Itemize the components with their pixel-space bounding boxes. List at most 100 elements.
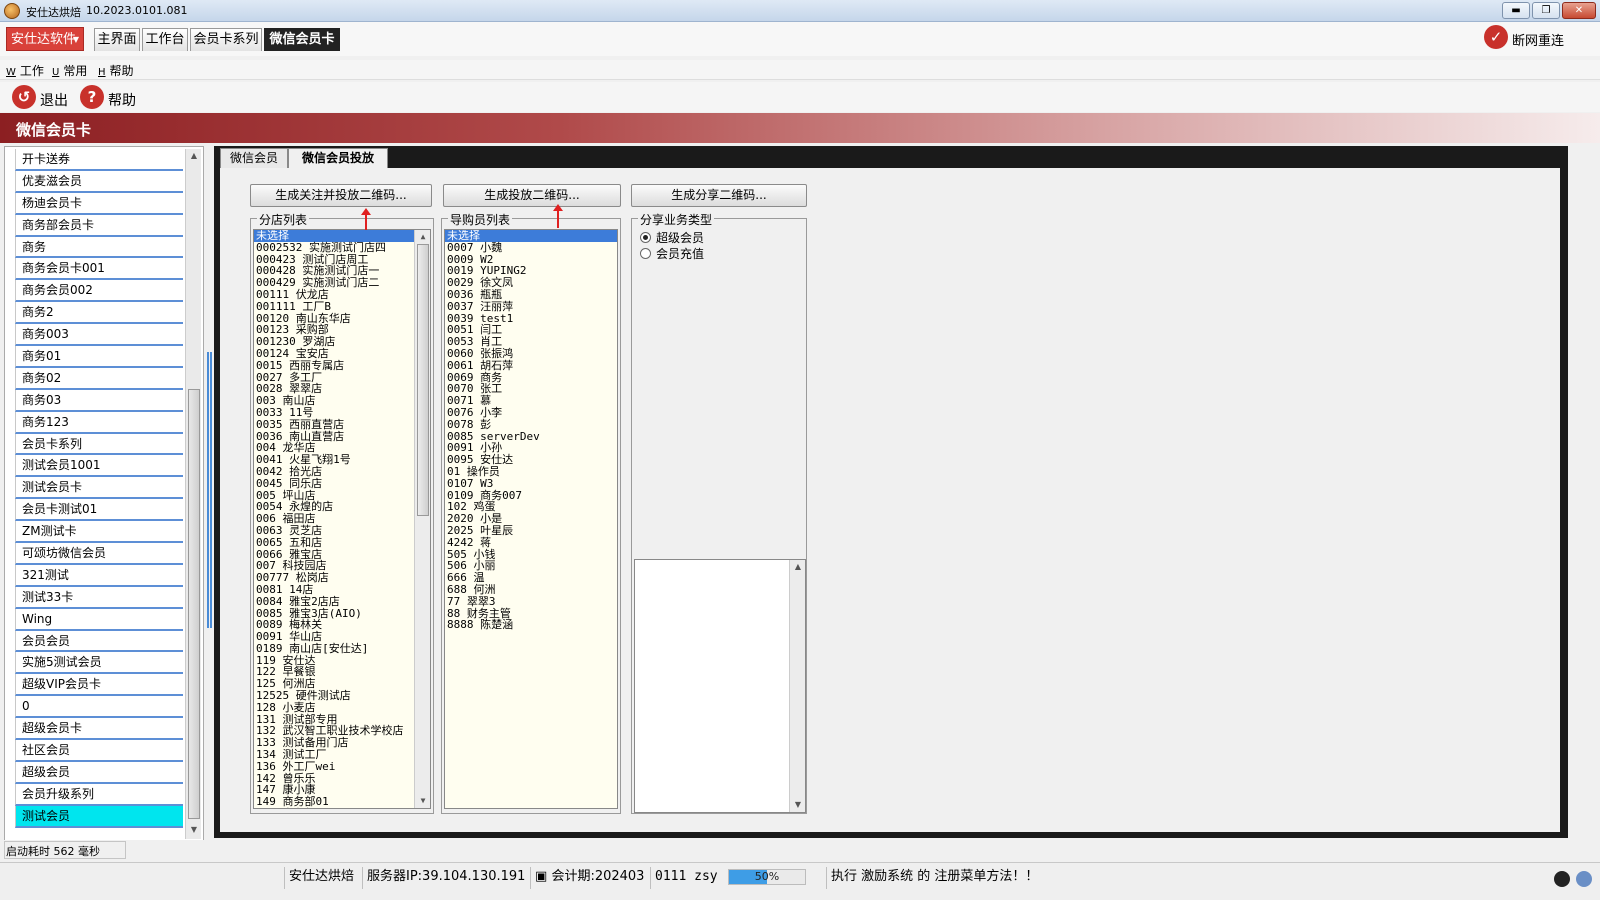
list-item[interactable]: 0060 张振鸿 xyxy=(445,348,617,360)
sidebar-item[interactable]: Wing xyxy=(15,608,183,631)
sidebar-item[interactable]: 测试会员 xyxy=(15,805,183,828)
sidebar-item[interactable]: 321测试 xyxy=(15,564,183,587)
list-item[interactable]: 001111 工厂B xyxy=(254,300,430,313)
sidebar-item[interactable]: 社区会员 xyxy=(15,740,183,762)
sidebar-item[interactable]: 会员卡系列 xyxy=(15,433,183,456)
sidebar-item[interactable]: 开卡送券 xyxy=(15,149,183,171)
scroll-up-arrow-icon[interactable]: ▲ xyxy=(186,149,202,163)
sidebar-item[interactable]: 测试33卡 xyxy=(15,586,183,609)
list-item[interactable]: 0061 胡石萍 xyxy=(445,359,617,372)
sidebar-item[interactable]: 优麦滋会员 xyxy=(15,170,183,193)
list-item[interactable]: 0042 拾光店 xyxy=(254,466,430,478)
qq-icon[interactable] xyxy=(1554,871,1570,887)
tab-membership-card-series[interactable]: 会员卡系列 xyxy=(190,28,262,51)
sidebar-item[interactable]: 测试会员1001 xyxy=(15,455,183,478)
radio-unselected-icon[interactable] xyxy=(640,248,651,259)
exit-icon[interactable]: ↺ xyxy=(12,85,36,109)
sidebar-item[interactable]: 超级会员 xyxy=(15,761,183,784)
list-item[interactable]: 01 操作员 xyxy=(445,466,617,478)
list-item[interactable]: 0084 雅宝2店店 xyxy=(254,595,430,608)
list-item[interactable]: 2025 叶星辰 xyxy=(445,525,617,537)
scroll-down-arrow-icon[interactable]: ▼ xyxy=(790,798,806,812)
sidebar-item[interactable]: 会员升级系列 xyxy=(15,783,183,806)
minimize-button[interactable]: ▬ xyxy=(1502,2,1530,19)
qr-preview-scrollbar[interactable]: ▲ ▼ xyxy=(789,560,805,812)
list-item[interactable]: 128 小麦店 xyxy=(254,702,430,714)
sidebar-item[interactable]: 商务2 xyxy=(15,302,183,325)
sidebar-item[interactable]: 测试会员卡 xyxy=(15,477,183,500)
sidebar-item[interactable]: 实施5测试会员 xyxy=(15,652,183,675)
scroll-up-arrow-icon[interactable]: ▲ xyxy=(790,560,806,574)
tab-wechat-member-placement[interactable]: 微信会员投放 xyxy=(288,148,388,168)
list-item[interactable]: 0037 汪丽萍 xyxy=(445,300,617,313)
list-item[interactable]: 0007 小魏 xyxy=(445,241,617,254)
list-item[interactable]: 0189 南山店[安仕达] xyxy=(254,643,430,655)
list-item[interactable]: 0078 彭 xyxy=(445,418,617,431)
store-list-scroll-thumb[interactable] xyxy=(417,244,429,516)
close-window-button[interactable]: ✕ xyxy=(1562,2,1596,19)
list-item[interactable]: 0081 14店 xyxy=(254,584,430,596)
list-item[interactable]: 8888 陈楚涵 xyxy=(445,619,617,631)
menu-common[interactable]: U 常用 xyxy=(52,62,87,79)
list-item[interactable]: 00111 伏龙店 xyxy=(254,289,430,301)
check-circle-icon[interactable]: ✓ xyxy=(1484,25,1508,49)
list-item[interactable]: 0063 灵芝店 xyxy=(254,525,430,537)
reconnect-button[interactable]: 断网重连 xyxy=(1512,30,1564,49)
panel-splitter[interactable] xyxy=(207,352,212,628)
store-list-scrollbar[interactable]: ▲ ▼ xyxy=(414,230,430,808)
list-item[interactable]: 0107 W3 xyxy=(445,477,617,490)
generate-share-qr-button[interactable]: 生成分享二维码... xyxy=(631,184,807,207)
share-type-option-recharge[interactable]: 会员充值 xyxy=(640,245,704,261)
scroll-up-arrow-icon[interactable]: ▲ xyxy=(415,230,430,244)
list-item[interactable]: 0045 同乐店 xyxy=(254,477,430,490)
network-icon[interactable] xyxy=(1575,871,1592,887)
sidebar-item[interactable]: 会员卡测试01 xyxy=(15,499,183,522)
tab-workbench[interactable]: 工作台 xyxy=(142,28,188,51)
list-item[interactable]: 0002532 实施测试门店四 xyxy=(254,241,430,254)
list-item[interactable]: 77 翠翠3 xyxy=(445,595,617,608)
list-item[interactable]: 0076 小李 xyxy=(445,407,617,419)
menu-work[interactable]: W 工作 xyxy=(6,62,44,79)
sidebar-item[interactable]: 可颂坊微信会员 xyxy=(15,543,183,565)
list-item[interactable]: 0015 西丽专属店 xyxy=(254,359,430,372)
sidebar-item[interactable]: 杨迪会员卡 xyxy=(15,192,183,215)
generate-follow-qr-button[interactable]: 生成关注并投放二维码... xyxy=(250,184,432,207)
tab-main[interactable]: 主界面 xyxy=(94,28,140,51)
sidebar-item[interactable]: 商务02 xyxy=(15,367,183,390)
tab-wechat-member[interactable]: 微信会员 xyxy=(220,148,288,168)
maximize-button[interactable]: ❐ xyxy=(1532,2,1560,19)
sidebar-item[interactable]: 超级会员卡 xyxy=(15,718,183,741)
help-icon[interactable]: ? xyxy=(80,85,104,109)
sidebar-item[interactable]: 商务03 xyxy=(15,389,183,412)
sidebar-item[interactable]: 商务003 xyxy=(15,324,183,347)
guide-listbox[interactable]: 未选择 0007 小魏 0009 W2 0019 YUPING2 0029 徐文凤 003… xyxy=(444,229,618,809)
generate-placement-qr-button[interactable]: 生成投放二维码... xyxy=(443,184,621,207)
scroll-down-arrow-icon[interactable]: ▼ xyxy=(186,823,202,837)
list-item[interactable]: 150 商务部02 xyxy=(256,808,329,809)
list-item[interactable]: 0065 五和店 xyxy=(254,536,430,549)
tab-wechat-membership-card[interactable]: 微信会员卡 xyxy=(264,28,340,51)
sidebar-item[interactable]: 商务部会员卡 xyxy=(15,214,183,237)
list-item[interactable]: 00124 宝安店 xyxy=(254,348,430,360)
sidebar-item[interactable]: 会员会员 xyxy=(15,630,183,653)
sidebar-item[interactable]: 商务会员002 xyxy=(15,280,183,303)
sidebar-item[interactable]: 0 xyxy=(15,696,183,719)
sidebar-scrollbar[interactable]: ▲ ▼ xyxy=(185,149,201,839)
list-item[interactable]: 4242 蒋 xyxy=(445,536,617,549)
sidebar-item[interactable]: 商务01 xyxy=(15,346,183,368)
sidebar-item[interactable]: 商务123 xyxy=(15,411,183,434)
sidebar-item[interactable]: 超级VIP会员卡 xyxy=(15,674,183,697)
exit-button[interactable]: 退出 xyxy=(40,90,68,110)
brand-menu-button[interactable]: 安仕达软件 ▼ xyxy=(6,27,84,51)
store-listbox[interactable]: 未选择 0002532 实施测试门店四 000423 测试门店周工 000428 实施… xyxy=(253,229,431,809)
list-item[interactable]: 0035 西丽直营店 xyxy=(254,418,430,431)
list-item[interactable]: 136 外工厂wei xyxy=(254,761,430,773)
radio-selected-icon[interactable] xyxy=(640,232,651,243)
share-type-option-super-member[interactable]: 超级会员 xyxy=(640,229,704,245)
sidebar-item[interactable]: 商务 xyxy=(15,236,183,259)
list-item[interactable]: 688 何洲 xyxy=(445,584,617,596)
help-button[interactable]: 帮助 xyxy=(108,90,136,110)
list-item[interactable]: 0033 11号 xyxy=(254,407,430,419)
scroll-down-arrow-icon[interactable]: ▼ xyxy=(415,794,430,808)
sidebar-item[interactable]: ZM测试卡 xyxy=(15,521,183,544)
